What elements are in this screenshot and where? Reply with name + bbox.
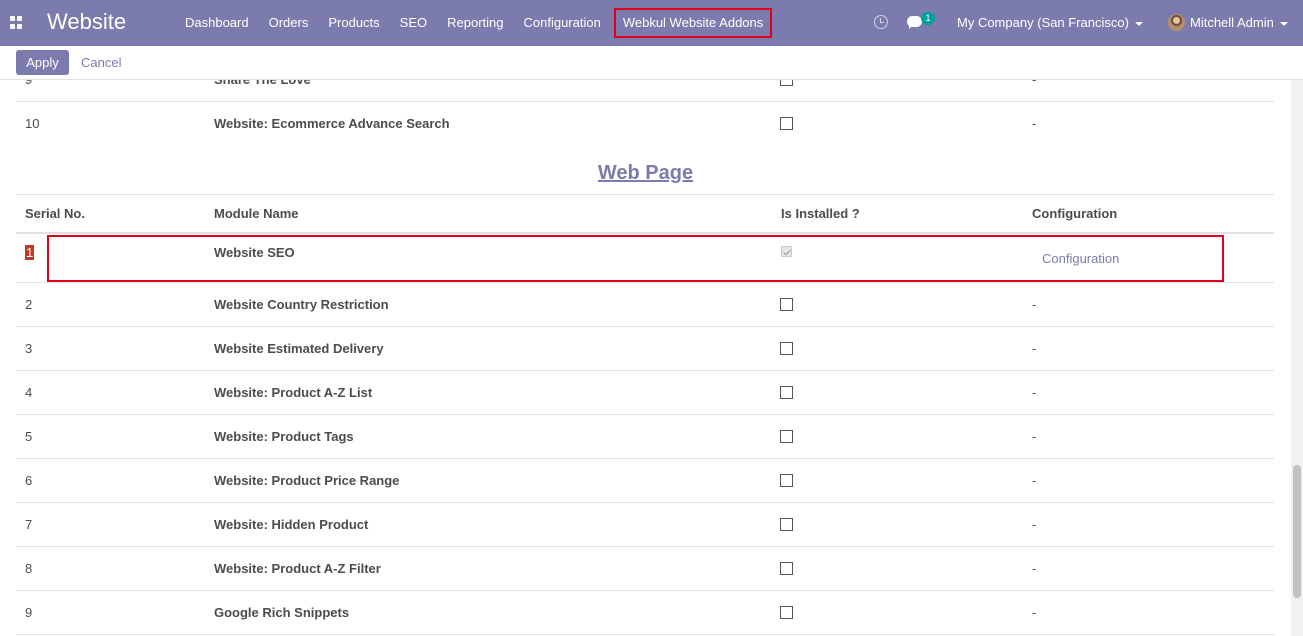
module-name: Website: Product Price Range: [214, 473, 400, 488]
module-name: Website: Product A-Z List: [214, 385, 373, 400]
app-title[interactable]: Website: [47, 9, 126, 35]
user-menu[interactable]: Mitchell Admin: [1190, 15, 1288, 30]
header-module: Module Name: [214, 206, 299, 221]
table-row: 1 Website SEO Configuration: [16, 234, 1274, 283]
header-serial: Serial No.: [25, 206, 85, 221]
menu-seo[interactable]: SEO: [390, 0, 437, 46]
installed-checkbox[interactable]: [780, 298, 793, 311]
table-row: 3 Website Estimated Delivery -: [16, 327, 1274, 371]
installed-checkbox[interactable]: [780, 562, 793, 575]
caret-down-icon: [1279, 21, 1288, 26]
table-row: 10 Website: Ecommerce Advance Search -: [16, 102, 1274, 146]
menu-dashboard[interactable]: Dashboard: [175, 0, 259, 46]
section-title-web-page[interactable]: Web Page: [0, 162, 1291, 185]
installed-checkbox[interactable]: [780, 606, 793, 619]
header-configuration: Configuration: [1032, 206, 1118, 221]
serial-number: 1: [25, 245, 35, 260]
menu-webkul-website-addons[interactable]: Webkul Website Addons: [613, 8, 773, 38]
config-value: -: [1032, 429, 1037, 444]
config-value: -: [1032, 605, 1037, 620]
module-name: Website Country Restriction: [214, 297, 389, 312]
table-row: 9 Google Rich Snippets -: [16, 591, 1274, 635]
activity-clock-icon[interactable]: [874, 15, 888, 29]
company-name: My Company (San Francisco): [957, 15, 1129, 30]
installed-checkbox[interactable]: [780, 474, 793, 487]
scrollbar-thumb[interactable]: [1293, 465, 1301, 598]
main-menu: Dashboard Orders Products SEO Reporting …: [175, 0, 773, 46]
installed-checkbox[interactable]: [780, 386, 793, 399]
installed-checkbox[interactable]: [780, 430, 793, 443]
company-switcher[interactable]: My Company (San Francisco): [957, 15, 1143, 30]
serial-number: 7: [25, 517, 33, 532]
installed-checkbox[interactable]: [780, 518, 793, 531]
table-row: 9 Share The Love -: [16, 80, 1274, 102]
installed-checkbox-checked: [781, 246, 792, 257]
serial-number: 5: [25, 429, 33, 444]
menu-configuration[interactable]: Configuration: [514, 0, 611, 46]
caret-down-icon: [1134, 21, 1143, 26]
module-name: Website Estimated Delivery: [214, 341, 384, 356]
module-name: Website: Product Tags: [214, 429, 354, 444]
config-value: -: [1032, 341, 1037, 356]
table-row: 7 Website: Hidden Product -: [16, 503, 1274, 547]
module-name: Website SEO: [214, 245, 295, 260]
table-row: 6 Website: Product Price Range -: [16, 459, 1274, 503]
chat-count-badge: 1: [921, 12, 935, 25]
control-panel: Apply Cancel: [0, 46, 1303, 80]
module-name: Google Rich Snippets: [214, 605, 350, 620]
serial-number: 6: [25, 473, 33, 488]
module-name: Website: Ecommerce Advance Search: [214, 116, 450, 131]
installed-checkbox[interactable]: [780, 342, 793, 355]
apply-button[interactable]: Apply: [16, 50, 69, 75]
config-value: -: [1032, 561, 1037, 576]
table-row: 5 Website: Product Tags -: [16, 415, 1274, 459]
module-name: Share The Love: [214, 80, 311, 102]
module-name: Website: Hidden Product: [214, 517, 369, 532]
table-row: 4 Website: Product A-Z List -: [16, 371, 1274, 415]
config-value: -: [1032, 80, 1036, 102]
installed-checkbox[interactable]: [780, 117, 793, 130]
serial-number: 9: [25, 605, 33, 620]
serial-number: 4: [25, 385, 33, 400]
chat-icon[interactable]: [907, 16, 922, 29]
header-installed: Is Installed ?: [781, 206, 860, 221]
config-value: -: [1032, 473, 1037, 488]
table-header: Serial No. Module Name Is Installed ? Co…: [16, 194, 1274, 234]
config-value: -: [1032, 385, 1037, 400]
user-avatar[interactable]: [1168, 14, 1185, 31]
table-row: 8 Website: Product A-Z Filter -: [16, 547, 1274, 591]
menu-products[interactable]: Products: [318, 0, 389, 46]
menu-orders[interactable]: Orders: [259, 0, 319, 46]
installed-checkbox[interactable]: [780, 80, 793, 86]
apps-menu-icon[interactable]: [10, 16, 23, 29]
serial-number: 3: [25, 341, 33, 356]
serial-number: 8: [25, 561, 33, 576]
table-row: 2 Website Country Restriction -: [16, 283, 1274, 327]
serial-number: 9: [25, 80, 32, 102]
vertical-scrollbar[interactable]: [1291, 80, 1303, 636]
serial-number: 10: [25, 116, 40, 131]
configuration-link[interactable]: Configuration: [1042, 234, 1119, 284]
main-content: 9 Share The Love - 10 Website: Ecommerce…: [0, 80, 1291, 636]
serial-number: 2: [25, 297, 33, 312]
user-name: Mitchell Admin: [1190, 15, 1274, 30]
menu-reporting[interactable]: Reporting: [437, 0, 513, 46]
config-value: -: [1032, 517, 1037, 532]
module-name: Website: Product A-Z Filter: [214, 561, 381, 576]
cancel-button[interactable]: Cancel: [81, 55, 121, 70]
top-navbar: Website Dashboard Orders Products SEO Re…: [0, 0, 1303, 46]
config-value: -: [1032, 116, 1037, 131]
config-value: -: [1032, 297, 1037, 312]
